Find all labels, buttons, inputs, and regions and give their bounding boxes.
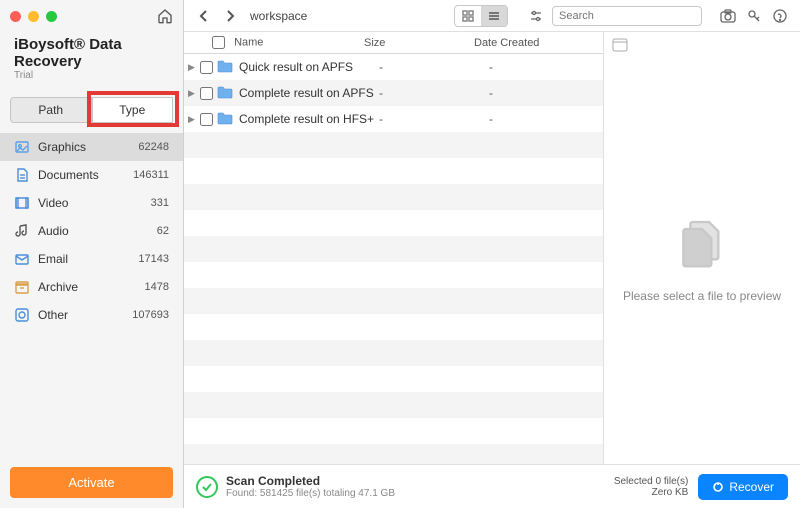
- tab-path[interactable]: Path: [10, 97, 92, 123]
- empty-row: [184, 288, 603, 314]
- category-video[interactable]: Video331: [0, 189, 183, 217]
- col-name: Name: [234, 36, 263, 48]
- table-row[interactable]: ▶Complete result on HFS+--: [184, 106, 603, 132]
- category-count: 62: [157, 225, 169, 237]
- col-size: Size: [364, 37, 474, 49]
- file-size: -: [379, 86, 489, 100]
- empty-row: [184, 314, 603, 340]
- file-date: -: [489, 60, 493, 74]
- file-size: -: [379, 112, 489, 126]
- status-title: Scan Completed: [226, 474, 395, 488]
- image-icon: [14, 139, 30, 155]
- empty-row: [184, 210, 603, 236]
- search-box[interactable]: [552, 6, 702, 26]
- file-name: Complete result on HFS+: [239, 112, 379, 126]
- other-icon: [14, 307, 30, 323]
- breadcrumb: workspace: [250, 9, 307, 23]
- key-icon[interactable]: [744, 6, 764, 26]
- settings-icon[interactable]: [526, 6, 546, 26]
- empty-row: [184, 158, 603, 184]
- category-count: 146311: [133, 169, 169, 181]
- empty-row: [184, 392, 603, 418]
- empty-row: [184, 262, 603, 288]
- category-label: Other: [38, 308, 132, 322]
- category-email[interactable]: Email17143: [0, 245, 183, 273]
- tab-type[interactable]: Type: [92, 97, 174, 123]
- activate-button[interactable]: Activate: [10, 467, 173, 498]
- empty-row: [184, 444, 603, 464]
- video-icon: [14, 195, 30, 211]
- audio-icon: [14, 223, 30, 239]
- doc-icon: [14, 167, 30, 183]
- row-checkbox[interactable]: [200, 87, 213, 100]
- category-label: Documents: [38, 168, 133, 182]
- category-label: Email: [38, 252, 138, 266]
- category-label: Audio: [38, 224, 157, 238]
- col-date: Date Created: [474, 37, 603, 49]
- selected-detail: Zero KB: [614, 487, 688, 498]
- select-all-checkbox[interactable]: [212, 36, 225, 49]
- app-subtitle: Trial: [14, 70, 169, 81]
- table-row[interactable]: ▶Quick result on APFS--: [184, 54, 603, 80]
- category-count: 1478: [145, 281, 169, 293]
- preview-message: Please select a file to preview: [623, 289, 781, 303]
- selected-title: Selected 0 file(s): [614, 476, 688, 487]
- category-count: 107693: [132, 309, 169, 321]
- recover-button[interactable]: Recover: [698, 474, 788, 500]
- disclosure-icon[interactable]: ▶: [188, 62, 198, 73]
- window-zoom[interactable]: [46, 11, 57, 22]
- category-count: 62248: [138, 141, 169, 153]
- category-label: Archive: [38, 280, 145, 294]
- window-close[interactable]: [10, 11, 21, 22]
- empty-row: [184, 132, 603, 158]
- table-row[interactable]: ▶Complete result on APFS--: [184, 80, 603, 106]
- category-count: 17143: [138, 253, 169, 265]
- view-grid[interactable]: [455, 6, 481, 26]
- file-name: Quick result on APFS: [239, 60, 379, 74]
- camera-icon[interactable]: [718, 6, 738, 26]
- folder-icon: [217, 111, 233, 127]
- preview-placeholder-icon: [674, 215, 730, 271]
- category-label: Video: [38, 196, 151, 210]
- file-date: -: [489, 86, 493, 100]
- app-title: iBoysoft® Data Recovery: [14, 36, 169, 70]
- nav-back[interactable]: [194, 6, 214, 26]
- empty-row: [184, 184, 603, 210]
- preview-window-icon: [612, 38, 628, 54]
- category-archive[interactable]: Archive1478: [0, 273, 183, 301]
- nav-forward[interactable]: [220, 6, 240, 26]
- empty-row: [184, 366, 603, 392]
- help-icon[interactable]: [770, 6, 790, 26]
- empty-row: [184, 236, 603, 262]
- status-detail: Found: 581425 file(s) totaling 47.1 GB: [226, 488, 395, 499]
- category-label: Graphics: [38, 140, 138, 154]
- recover-icon: [712, 481, 724, 493]
- window-minimize[interactable]: [28, 11, 39, 22]
- category-count: 331: [151, 197, 169, 209]
- category-audio[interactable]: Audio62: [0, 217, 183, 245]
- empty-row: [184, 418, 603, 444]
- folder-icon: [217, 85, 233, 101]
- folder-icon: [217, 59, 233, 75]
- category-graphics[interactable]: Graphics62248: [0, 133, 183, 161]
- category-documents[interactable]: Documents146311: [0, 161, 183, 189]
- view-list[interactable]: [481, 6, 507, 26]
- disclosure-icon[interactable]: ▶: [188, 114, 198, 125]
- recover-label: Recover: [729, 480, 774, 494]
- archive-icon: [14, 279, 30, 295]
- file-name: Complete result on APFS: [239, 86, 379, 100]
- category-other[interactable]: Other107693: [0, 301, 183, 329]
- empty-row: [184, 340, 603, 366]
- file-size: -: [379, 60, 489, 74]
- row-checkbox[interactable]: [200, 113, 213, 126]
- search-input[interactable]: [559, 10, 701, 22]
- row-checkbox[interactable]: [200, 61, 213, 74]
- file-date: -: [489, 112, 493, 126]
- mail-icon: [14, 251, 30, 267]
- home-icon[interactable]: [157, 8, 173, 24]
- disclosure-icon[interactable]: ▶: [188, 88, 198, 99]
- status-ok-icon: [196, 476, 218, 498]
